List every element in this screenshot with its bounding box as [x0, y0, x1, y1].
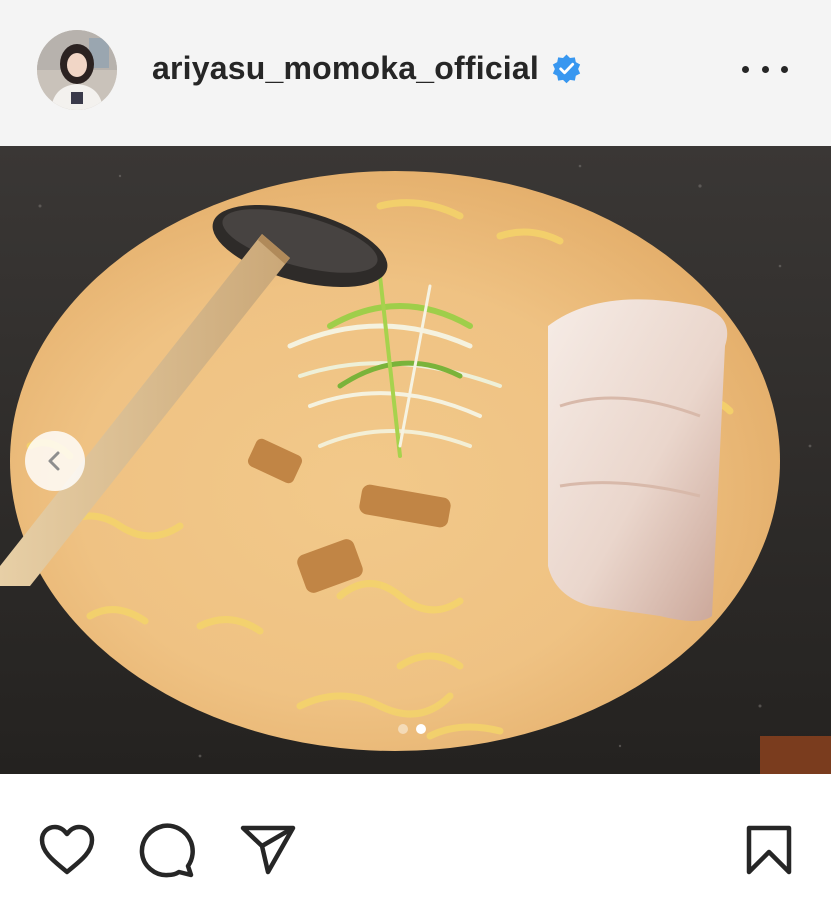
post-image[interactable] — [0, 146, 831, 774]
ramen-photo — [0, 146, 831, 774]
more-dot — [761, 65, 769, 73]
share-button[interactable] — [239, 824, 297, 876]
paper-plane-icon — [240, 825, 296, 875]
like-button[interactable] — [38, 824, 96, 876]
post-header: ariyasu_momoka_official — [0, 0, 831, 146]
more-dot — [742, 65, 749, 73]
more-options-icon[interactable] — [742, 52, 788, 86]
carousel-prev-button[interactable] — [25, 431, 85, 491]
bookmark-icon — [746, 825, 792, 875]
post-actions — [0, 774, 831, 902]
more-dot — [781, 65, 788, 73]
save-button[interactable] — [745, 824, 793, 876]
verified-badge-icon — [552, 54, 581, 84]
avatar[interactable] — [37, 30, 117, 110]
avatar-image — [37, 30, 117, 110]
carousel-dot-active — [416, 724, 426, 734]
username[interactable]: ariyasu_momoka_official — [152, 50, 539, 87]
carousel-indicator — [398, 724, 426, 734]
comment-button[interactable] — [138, 822, 196, 878]
comment-icon — [139, 823, 195, 878]
heart-icon — [39, 824, 95, 875]
chevron-left-icon — [48, 451, 60, 471]
carousel-dot — [398, 724, 408, 734]
